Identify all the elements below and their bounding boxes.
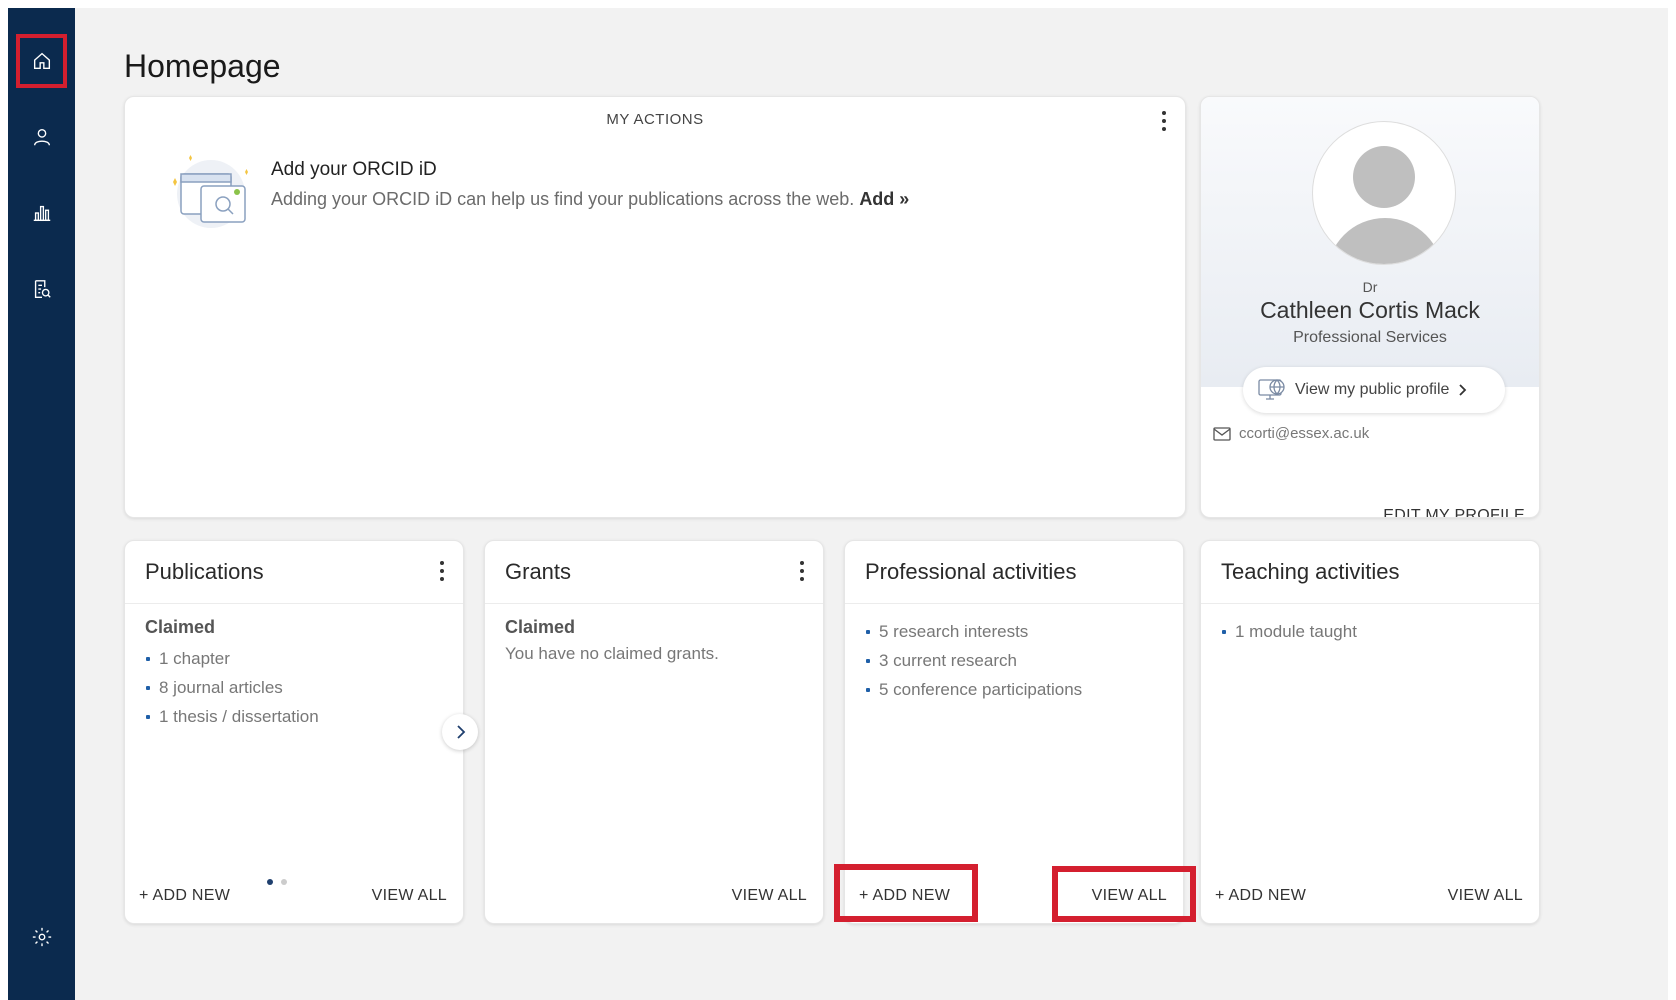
orcid-add-link[interactable]: Add » xyxy=(859,189,909,209)
orcid-description-text: Adding your ORCID iD can help us find yo… xyxy=(271,189,855,209)
avatar xyxy=(1312,121,1456,265)
list-item[interactable]: 5 conference participations xyxy=(865,675,1167,704)
profile-email: ccorti@essex.ac.uk xyxy=(1213,425,1369,442)
teaching-activities-add-new-button[interactable]: + ADD NEW xyxy=(1215,887,1306,905)
profile-department: Professional Services xyxy=(1293,329,1447,346)
teaching-activities-view-all-button[interactable]: VIEW ALL xyxy=(1448,887,1523,905)
publications-menu-button[interactable] xyxy=(433,557,451,585)
list-item[interactable]: 8 journal articles xyxy=(145,673,447,702)
orcid-description: Adding your ORCID iD can help us find yo… xyxy=(271,189,909,210)
mail-icon xyxy=(1213,426,1231,441)
list-item[interactable]: 1 module taught xyxy=(1221,617,1523,646)
professional-activities-body: 5 research interests 3 current research … xyxy=(865,617,1167,704)
edit-profile-link[interactable]: EDIT MY PROFILE xyxy=(1383,507,1525,517)
publications-subtitle: Claimed xyxy=(145,617,216,637)
sidebar xyxy=(8,8,75,1000)
grants-subtitle: Claimed xyxy=(505,617,576,637)
professional-activities-title: Professional activities xyxy=(865,559,1077,584)
publications-body: Claimed 1 chapter 8 journal articles 1 t… xyxy=(145,617,447,731)
profile-honorific: Dr xyxy=(1362,279,1378,295)
publications-card: Publications Claimed 1 chapter 8 journal… xyxy=(124,540,464,924)
list-item[interactable]: 3 current research xyxy=(865,646,1167,675)
profile-card: Dr Cathleen Cortis Mack Professional Ser… xyxy=(1200,96,1540,518)
professional-activities-view-all-button[interactable]: VIEW ALL xyxy=(1092,887,1167,905)
profile-email-text: ccorti@essex.ac.uk xyxy=(1239,425,1370,442)
list-item[interactable]: 5 research interests xyxy=(865,617,1167,646)
home-icon xyxy=(33,52,50,70)
grants-card: Grants Claimed You have no claimed grant… xyxy=(484,540,824,924)
publications-view-all-button[interactable]: VIEW ALL xyxy=(372,887,447,905)
sidebar-item-settings[interactable] xyxy=(16,910,67,964)
teaching-activities-title: Teaching activities xyxy=(1221,559,1400,584)
professional-activities-card: Professional activities 5 research inter… xyxy=(844,540,1184,924)
list-item[interactable]: 1 chapter xyxy=(145,644,447,673)
publications-title: Publications xyxy=(145,559,264,584)
sidebar-item-profile[interactable] xyxy=(16,110,67,164)
professional-activities-list: 5 research interests 3 current research … xyxy=(865,617,1167,704)
grants-view-all-button[interactable]: VIEW ALL xyxy=(732,887,807,905)
grants-menu-button[interactable] xyxy=(793,557,811,585)
chevron-right-icon xyxy=(1459,384,1467,396)
grants-title: Grants xyxy=(505,559,572,584)
publications-add-new-button[interactable]: + ADD NEW xyxy=(139,887,230,905)
user-icon xyxy=(33,128,50,146)
sidebar-item-reports[interactable] xyxy=(16,186,67,240)
publications-list: 1 chapter 8 journal articles 1 thesis / … xyxy=(145,644,447,731)
carousel-dot-1[interactable] xyxy=(267,879,273,885)
orcid-illustration-icon xyxy=(173,155,248,228)
page-title: Homepage xyxy=(124,48,281,84)
app-frame: Homepage MY ACTIONS Add your ORCID iD Ad… xyxy=(8,8,1668,1000)
view-public-profile-label: View my public profile xyxy=(1295,381,1450,398)
bar-chart-icon xyxy=(33,205,50,222)
carousel-next-button[interactable] xyxy=(442,714,478,750)
chevron-right-icon xyxy=(457,725,466,739)
orcid-title: Add your ORCID iD xyxy=(271,159,437,180)
teaching-activities-body: 1 module taught xyxy=(1221,617,1523,646)
grants-empty-text: You have no claimed grants. xyxy=(505,644,719,663)
teaching-activities-list: 1 module taught xyxy=(1221,617,1523,646)
carousel-dots xyxy=(267,879,287,885)
teaching-activities-card: Teaching activities 1 module taught + AD… xyxy=(1200,540,1540,924)
grants-body: Claimed You have no claimed grants. xyxy=(505,617,807,664)
my-actions-menu-button[interactable] xyxy=(1155,107,1173,135)
sidebar-item-search-docs[interactable] xyxy=(16,262,67,316)
carousel-dot-2[interactable] xyxy=(281,879,287,885)
document-search-icon xyxy=(34,280,51,298)
view-public-profile-button[interactable]: View my public profile xyxy=(1243,367,1505,413)
my-actions-card: MY ACTIONS Add your ORCID iD Adding your… xyxy=(124,96,1186,518)
gear-icon xyxy=(32,927,51,947)
professional-activities-add-new-button[interactable]: + ADD NEW xyxy=(859,887,950,905)
monitor-globe-icon xyxy=(1258,379,1285,400)
my-actions-header: MY ACTIONS xyxy=(606,111,704,128)
sidebar-item-home[interactable] xyxy=(16,34,67,88)
profile-name: Cathleen Cortis Mack xyxy=(1260,297,1480,323)
list-item[interactable]: 1 thesis / dissertation xyxy=(145,702,447,731)
